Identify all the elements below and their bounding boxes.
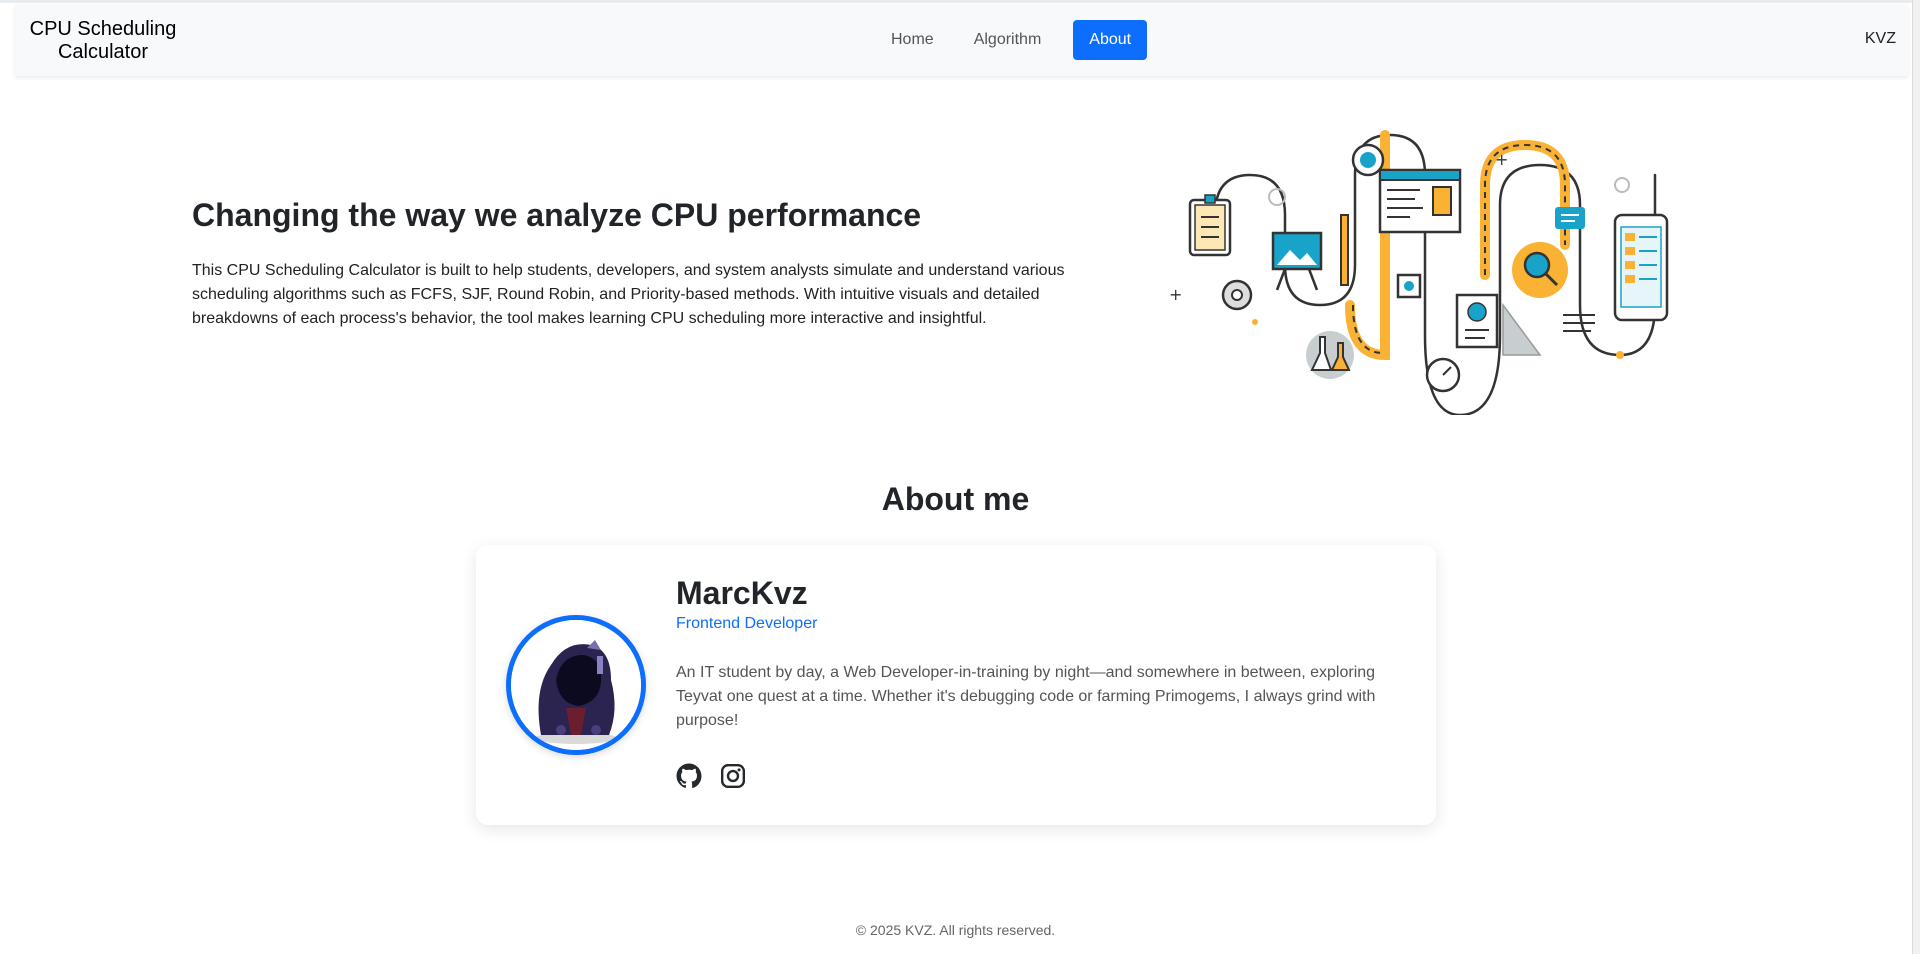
navbar: CPU Scheduling Calculator Home Algorithm… bbox=[15, 4, 1908, 76]
hero-title: Changing the way we analyze CPU performa… bbox=[192, 197, 922, 233]
hero-description: This CPU Scheduling Calculator is built … bbox=[192, 262, 1065, 327]
svg-text:+: + bbox=[1495, 150, 1508, 169]
hero-illustration: + + bbox=[1169, 130, 1669, 415]
instagram-icon[interactable] bbox=[720, 763, 746, 789]
avatar bbox=[506, 615, 646, 755]
profile-name: MarcKvz bbox=[676, 575, 808, 611]
nav-link-about[interactable]: About bbox=[1073, 20, 1148, 60]
about-title: About me bbox=[881, 481, 1030, 517]
window-top-edge bbox=[0, 0, 1920, 3]
profile-role: Frontend Developer bbox=[676, 615, 818, 632]
nav-link-home[interactable]: Home bbox=[875, 20, 950, 60]
profile-card: MarcKvz Frontend Developer An IT student… bbox=[476, 545, 1436, 825]
nav-links: Home Algorithm About bbox=[875, 20, 1148, 60]
github-icon[interactable] bbox=[676, 763, 702, 789]
user-label[interactable]: KVZ bbox=[1865, 30, 1896, 48]
svg-text:+: + bbox=[1169, 285, 1182, 304]
brand-logo-text[interactable]: CPU Scheduling Calculator bbox=[23, 18, 183, 64]
social-links bbox=[676, 763, 746, 789]
profile-bio: An IT student by day, a Web Developer-in… bbox=[676, 664, 1376, 729]
avatar-character-icon bbox=[511, 620, 641, 750]
scrollbar[interactable] bbox=[1912, 0, 1920, 954]
footer-copyright: © 2025 KVZ. All rights reserved. bbox=[855, 922, 1056, 938]
nav-link-algorithm[interactable]: Algorithm bbox=[958, 20, 1058, 60]
